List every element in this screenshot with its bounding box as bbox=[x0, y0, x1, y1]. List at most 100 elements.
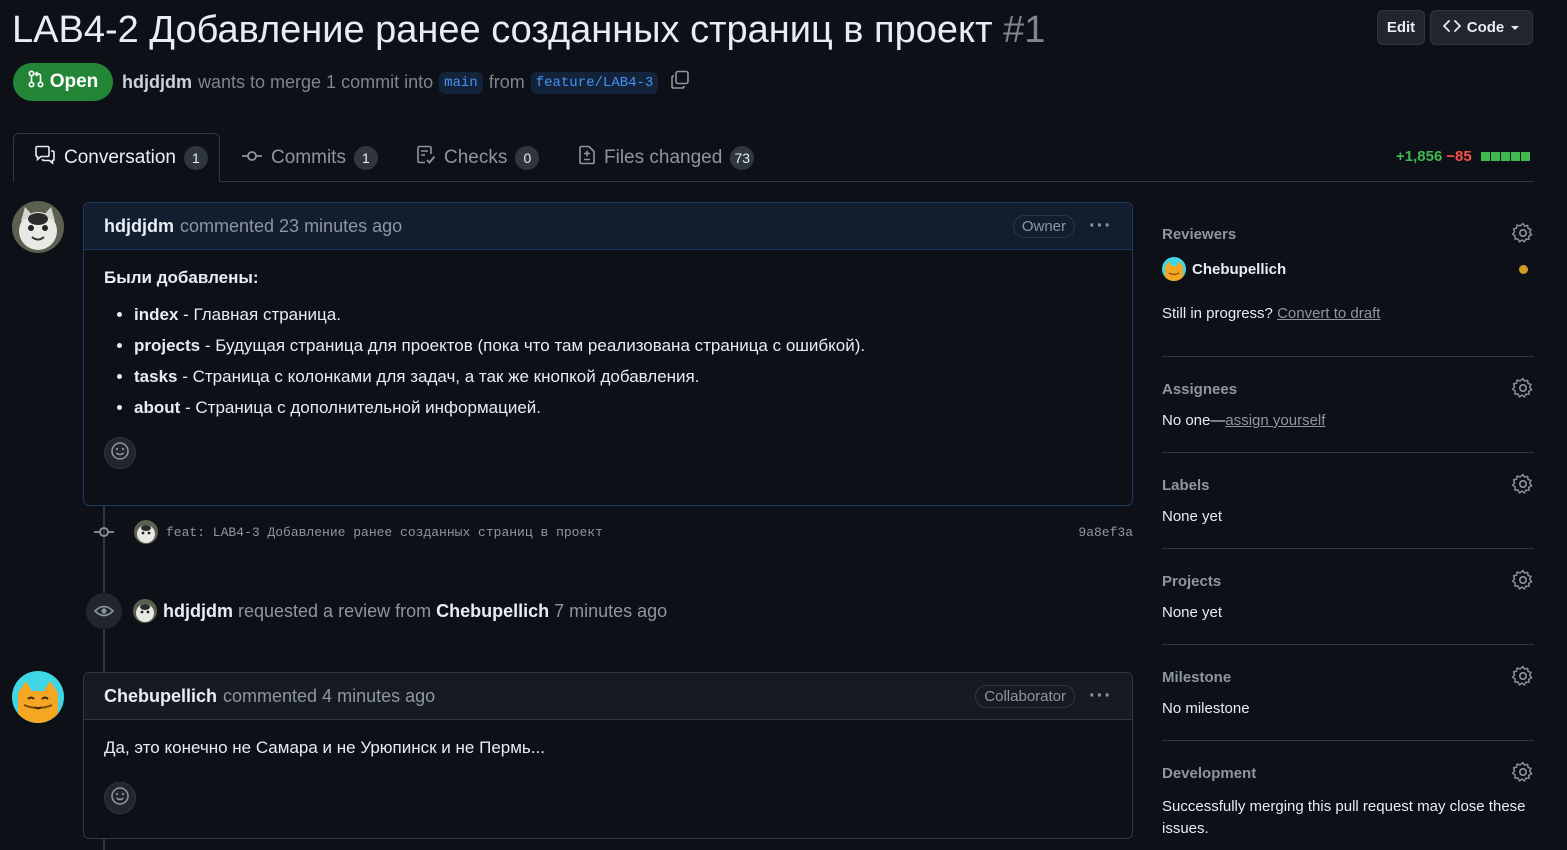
sidebar-milestone: Milestone No milestone bbox=[1162, 665, 1534, 717]
comment-text: Да, это конечно не Самара и не Урюпинск … bbox=[104, 738, 545, 757]
edit-button[interactable]: Edit bbox=[1377, 10, 1425, 45]
kebab-menu-icon[interactable]: ··· bbox=[1089, 685, 1112, 708]
gear-icon[interactable] bbox=[1511, 569, 1534, 596]
gear-icon[interactable] bbox=[1511, 222, 1534, 249]
item-term: about bbox=[134, 398, 181, 417]
list-item: tasks - Страница с колонками для задач, … bbox=[134, 366, 1112, 388]
labels-heading[interactable]: Labels bbox=[1162, 477, 1534, 494]
diffstat-bar bbox=[1480, 152, 1530, 161]
development-value: Successfully merging this pull request m… bbox=[1162, 798, 1526, 837]
copy-icon[interactable] bbox=[670, 70, 690, 95]
smiley-icon bbox=[110, 786, 130, 811]
event-text: requested a review from bbox=[238, 600, 432, 621]
tab-files-changed[interactable]: Files changed 73 bbox=[578, 133, 755, 182]
review-request-event: hdjdjdm requested a review from Chebupel… bbox=[86, 592, 667, 630]
pr-title-text: LAB4-2 Добавление ранее созданных страни… bbox=[12, 9, 993, 51]
gear-icon[interactable] bbox=[1511, 473, 1534, 500]
tab-counter: 73 bbox=[730, 145, 755, 170]
avatar-hdjdjdm[interactable] bbox=[12, 201, 64, 253]
tab-conversation[interactable]: Conversation 1 bbox=[13, 133, 220, 182]
assignees-text: No one— bbox=[1162, 412, 1226, 429]
gear-icon[interactable] bbox=[1511, 377, 1534, 404]
commit-sha[interactable]: 9a8ef3a bbox=[1078, 525, 1133, 540]
add-reaction-button[interactable] bbox=[104, 437, 136, 469]
tab-counter: 0 bbox=[515, 145, 540, 170]
pr-number: #1 bbox=[1003, 9, 1046, 51]
tab-label: Commits bbox=[271, 146, 346, 168]
event-time[interactable]: 7 minutes ago bbox=[554, 601, 667, 622]
event-actor[interactable]: hdjdjdm bbox=[163, 601, 233, 622]
projects-value: None yet bbox=[1162, 604, 1223, 621]
list-item: projects - Будущая страница для проектов… bbox=[134, 335, 1112, 357]
sidebar-divider bbox=[1162, 740, 1534, 741]
item-desc: - Главная страница. bbox=[178, 305, 341, 324]
item-desc: - Страница с колонками для задач, а так … bbox=[177, 367, 700, 386]
actor-avatar[interactable] bbox=[133, 599, 157, 623]
git-commit-icon bbox=[90, 525, 118, 539]
reviewer-name: Chebupellich bbox=[1192, 260, 1287, 278]
comment-discussion-icon bbox=[34, 145, 56, 171]
author-link[interactable]: hdjdjdm bbox=[122, 72, 192, 93]
checklist-icon bbox=[416, 145, 436, 171]
comment-heading: Были добавлены: bbox=[104, 268, 259, 287]
code-button-label: Code bbox=[1466, 19, 1505, 36]
head-branch[interactable]: feature/LAB4-3 bbox=[530, 71, 659, 94]
milestone-value: No milestone bbox=[1162, 700, 1250, 717]
tab-counter: 1 bbox=[353, 145, 378, 170]
tab-counter: 1 bbox=[183, 146, 208, 170]
pr-meta: hdjdjdm wants to merge 1 commit into mai… bbox=[122, 70, 690, 95]
reviewer-avatar bbox=[1162, 257, 1186, 281]
git-pull-request-icon bbox=[28, 70, 44, 94]
reviewer-row[interactable]: Chebupellich bbox=[1162, 257, 1534, 281]
convert-to-draft-link[interactable]: Convert to draft bbox=[1277, 305, 1380, 322]
tab-commits[interactable]: Commits 1 bbox=[241, 133, 378, 182]
tab-checks[interactable]: Checks 0 bbox=[416, 133, 540, 182]
code-icon bbox=[1442, 18, 1461, 38]
add-reaction-button[interactable] bbox=[104, 782, 136, 814]
sidebar-assignees: Assignees No one—assign yourself bbox=[1162, 377, 1534, 429]
commit-author-avatar[interactable] bbox=[134, 520, 158, 544]
draft-prompt-text: Still in progress? bbox=[1162, 305, 1273, 322]
git-commit-icon bbox=[241, 147, 263, 169]
tab-label: Files changed bbox=[604, 146, 723, 168]
comment-header: Chebupellich commented 4 minutes ago Col… bbox=[84, 673, 1132, 720]
development-heading[interactable]: Development bbox=[1162, 765, 1534, 782]
item-term: tasks bbox=[134, 367, 178, 386]
comment-card: hdjdjdm commented 23 minutes ago Owner ·… bbox=[83, 202, 1133, 506]
comment-author[interactable]: hdjdjdm bbox=[104, 216, 174, 237]
gear-icon[interactable] bbox=[1511, 761, 1534, 788]
comment-card: Chebupellich commented 4 minutes ago Col… bbox=[83, 672, 1133, 839]
sidebar-reviewers: Reviewers Chebupellich Still in progress… bbox=[1162, 222, 1534, 336]
assign-yourself-link[interactable]: assign yourself bbox=[1225, 412, 1325, 429]
comment-author[interactable]: Chebupellich bbox=[104, 686, 217, 707]
tab-label: Checks bbox=[444, 146, 508, 168]
assignees-heading[interactable]: Assignees bbox=[1162, 381, 1534, 398]
role-badge: Owner bbox=[1012, 214, 1076, 238]
comment-header: hdjdjdm commented 23 minutes ago Owner ·… bbox=[84, 203, 1132, 250]
sidebar-labels: Labels None yet bbox=[1162, 473, 1534, 525]
projects-heading[interactable]: Projects bbox=[1162, 573, 1534, 590]
diffstat-additions: +1,856 bbox=[1396, 148, 1443, 165]
event-reviewer[interactable]: Chebupellich bbox=[436, 601, 549, 622]
base-branch[interactable]: main bbox=[439, 71, 483, 94]
item-term: index bbox=[134, 305, 179, 324]
from-text: from bbox=[488, 72, 525, 92]
diffstat-deletions: −85 bbox=[1446, 148, 1472, 165]
pending-status-dot bbox=[1519, 264, 1528, 274]
commit-message[interactable]: feat: LAB4-3 Добавление ранее созданных … bbox=[166, 525, 603, 540]
item-desc: - Будущая страница для проектов (пока чт… bbox=[200, 336, 866, 355]
sidebar-divider bbox=[1162, 644, 1534, 645]
merge-text: wants to merge 1 commit into bbox=[198, 72, 434, 92]
list-item: index - Главная страница. bbox=[134, 304, 1112, 326]
sidebar-projects: Projects None yet bbox=[1162, 569, 1534, 621]
reviewers-heading[interactable]: Reviewers bbox=[1162, 226, 1534, 243]
comment-meta[interactable]: commented 23 minutes ago bbox=[180, 216, 402, 237]
code-button[interactable]: Code bbox=[1430, 10, 1533, 45]
gear-icon[interactable] bbox=[1511, 665, 1534, 692]
milestone-heading[interactable]: Milestone bbox=[1162, 669, 1534, 686]
sidebar-divider bbox=[1162, 452, 1534, 453]
avatar-chebupellich[interactable] bbox=[12, 671, 64, 723]
comment-meta[interactable]: commented 4 minutes ago bbox=[223, 686, 435, 707]
kebab-menu-icon[interactable]: ··· bbox=[1089, 215, 1112, 238]
tab-label: Conversation bbox=[64, 147, 176, 168]
